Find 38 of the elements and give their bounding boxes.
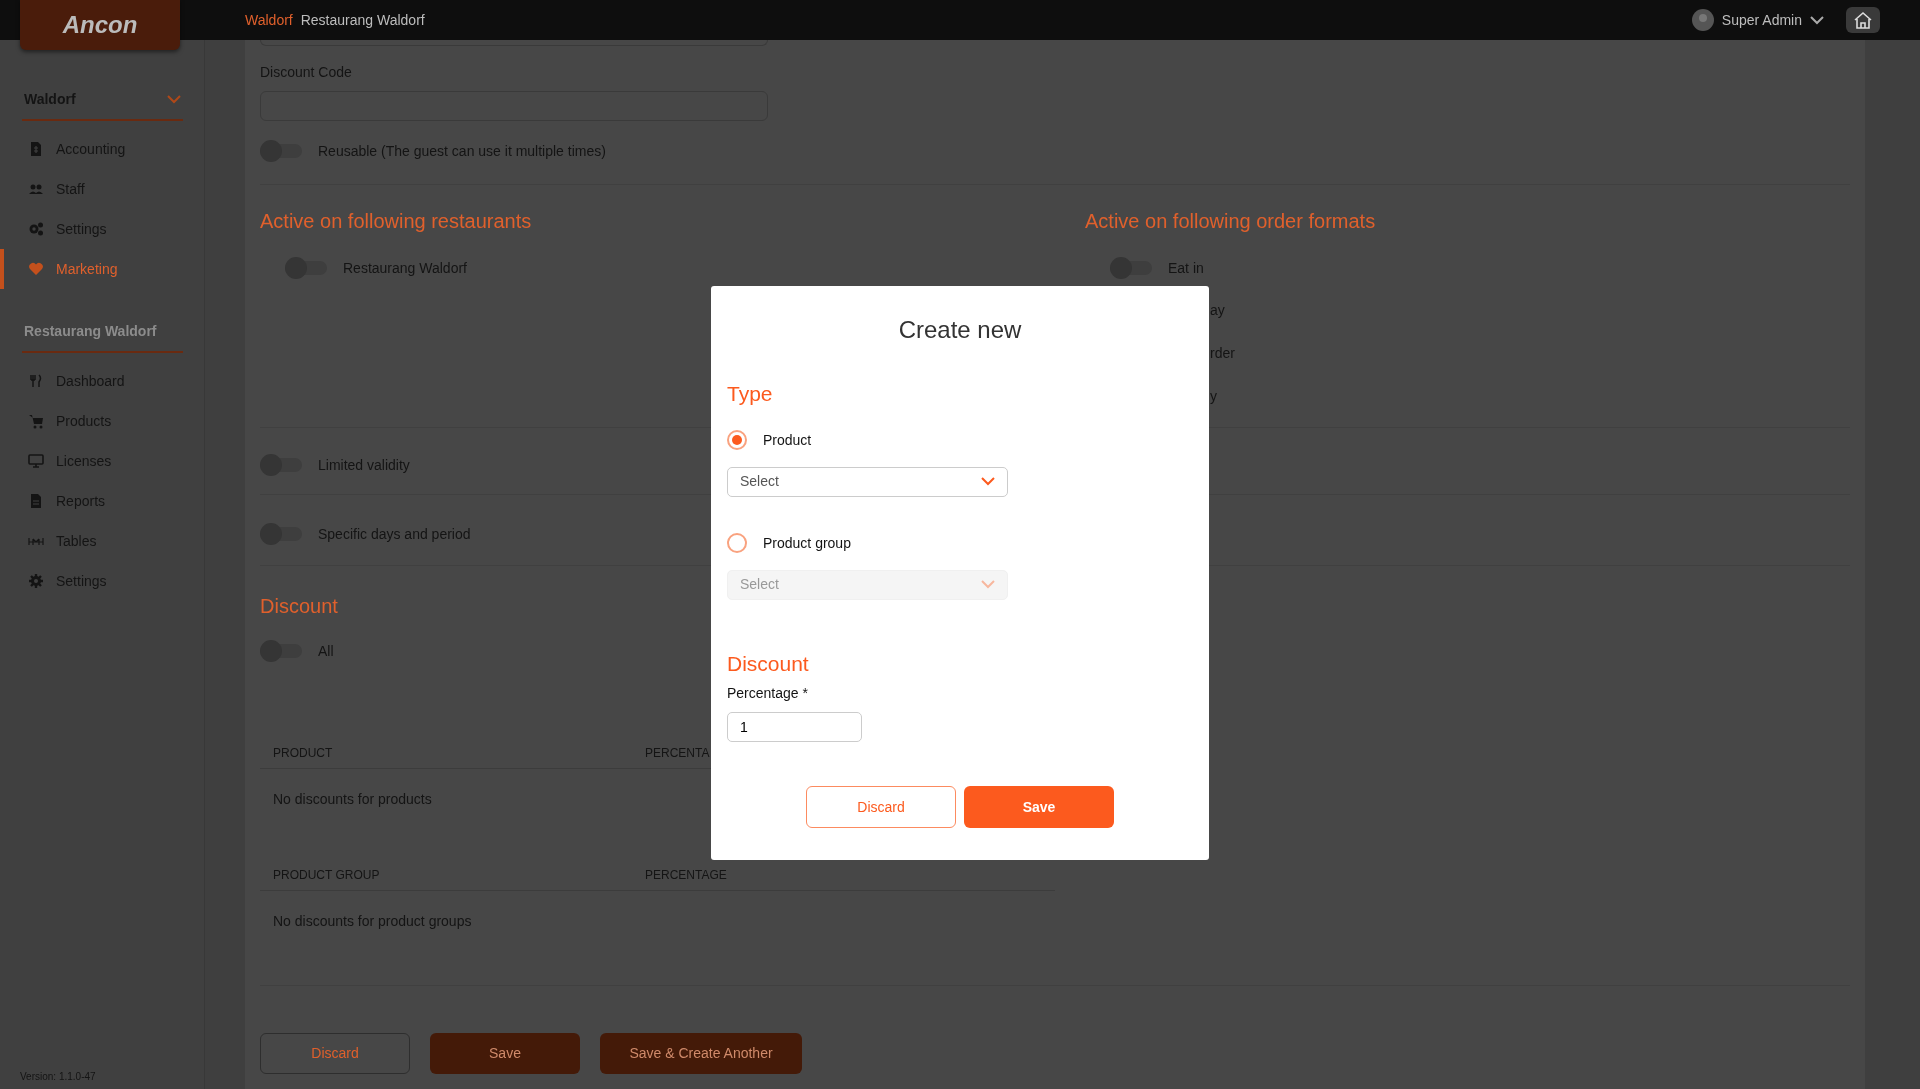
input-field[interactable]: 1 xyxy=(727,712,862,742)
monitor-icon xyxy=(28,453,44,469)
user-name[interactable]: Super Admin xyxy=(1721,9,1802,31)
heart-icon xyxy=(28,261,44,277)
section-heading: Active on following order formats xyxy=(1085,209,1376,233)
chevron-down-icon xyxy=(981,477,995,486)
avatar-icon xyxy=(1691,9,1714,31)
document-icon xyxy=(28,141,44,157)
chevron-down-icon xyxy=(167,95,181,104)
discard-button[interactable]: Discard xyxy=(806,786,956,828)
chevron-down-icon xyxy=(1810,15,1824,25)
section-title: Restaurang Waldorf xyxy=(22,312,183,353)
cutlery-icon xyxy=(28,373,44,389)
home-button[interactable] xyxy=(1846,7,1880,33)
select-dropdown[interactable]: Select xyxy=(727,569,1008,600)
gear-icon xyxy=(28,573,44,589)
select-dropdown[interactable]: Select xyxy=(727,466,1008,497)
breadcrumb-link[interactable]: Waldorf xyxy=(245,9,293,31)
gears-icon xyxy=(28,221,44,237)
save-button[interactable]: Save xyxy=(430,1033,580,1074)
section-heading: Active on following restaurants xyxy=(260,209,532,233)
radio-option[interactable]: Product group xyxy=(727,532,851,554)
section-heading: Discount xyxy=(727,650,809,677)
section-heading: Type xyxy=(727,381,773,407)
radio-button[interactable] xyxy=(727,533,747,553)
dialog-title: Create new xyxy=(897,315,1023,345)
section-heading: Discount xyxy=(260,594,338,618)
cart-icon xyxy=(28,413,44,429)
discard-button[interactable]: Discard xyxy=(260,1033,410,1074)
field-label: Percentage * xyxy=(727,684,808,703)
radio-option[interactable]: Product xyxy=(727,429,812,451)
save-button[interactable]: Save xyxy=(964,786,1114,828)
logo[interactable]: Ancon xyxy=(20,0,180,50)
home-icon xyxy=(1853,11,1873,29)
chevron-down-icon xyxy=(981,580,995,589)
radio-button[interactable] xyxy=(727,430,747,450)
save-and-create-button[interactable]: Save & Create Another xyxy=(600,1033,802,1074)
document-icon xyxy=(28,493,44,509)
